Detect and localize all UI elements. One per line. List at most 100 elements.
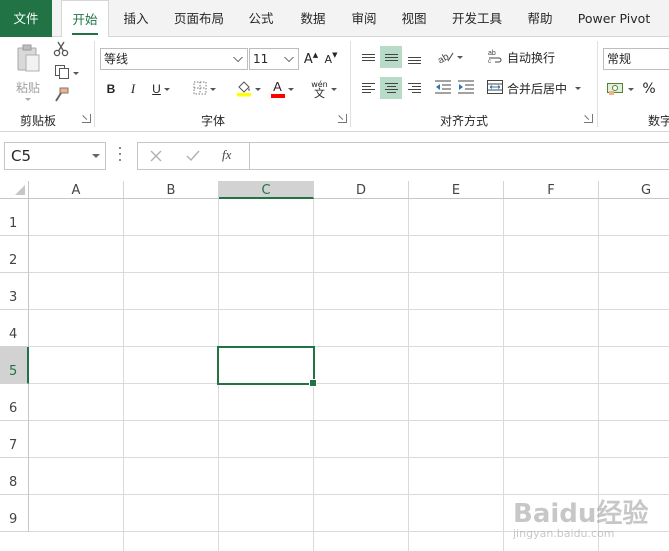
tab-file[interactable]: 文件 — [0, 0, 52, 37]
orientation-dropdown-icon — [456, 55, 463, 59]
borders-icon — [193, 81, 207, 98]
active-cell-c5[interactable] — [217, 346, 317, 387]
grow-font-icon: A — [303, 51, 313, 67]
svg-text:c: c — [488, 59, 491, 64]
align-right-icon — [407, 83, 421, 93]
wrap-text-button[interactable]: ab c 自动换行 — [487, 46, 559, 68]
column-header-b[interactable]: B — [124, 181, 219, 199]
align-middle-icon — [384, 53, 398, 61]
cut-button[interactable] — [51, 40, 71, 60]
align-center-icon — [384, 83, 398, 93]
grow-font-button[interactable]: A ▲ — [302, 50, 320, 68]
row-header-8[interactable]: 8 — [0, 458, 29, 495]
align-bottom-icon — [407, 57, 421, 64]
clipboard-launcher-icon[interactable] — [82, 114, 91, 123]
borders-dropdown-icon — [209, 87, 216, 91]
tab-help[interactable]: 帮助 — [520, 0, 560, 37]
font-color-dropdown-icon — [287, 87, 294, 91]
ribbon-tab-bar: 文件 开始 插入 页面布局 公式 数据 审阅 视图 开发工具 帮助 Power … — [0, 0, 669, 38]
insert-function-icon[interactable]: fx — [222, 147, 231, 163]
copy-button[interactable] — [51, 63, 81, 83]
row-header-1[interactable]: 1 — [0, 199, 29, 236]
tab-power-pivot[interactable]: Power Pivot — [572, 0, 656, 37]
tab-data[interactable]: 数据 — [293, 0, 333, 37]
alignment-launcher-icon[interactable] — [584, 114, 593, 123]
row-header-4[interactable]: 4 — [0, 310, 29, 347]
paste-button[interactable]: 粘贴 — [10, 42, 46, 102]
row-header-3[interactable]: 3 — [0, 273, 29, 310]
format-painter-button[interactable] — [51, 86, 71, 106]
font-color-icon: A — [270, 80, 285, 98]
merge-center-label: 合并后居中 — [507, 81, 568, 96]
column-header-d[interactable]: D — [314, 181, 409, 199]
accounting-format-button[interactable] — [604, 79, 636, 99]
tab-view[interactable]: 视图 — [394, 0, 434, 37]
merge-center-icon — [487, 79, 503, 97]
row-header-6[interactable]: 6 — [0, 384, 29, 421]
fill-color-button[interactable] — [232, 79, 264, 99]
orientation-icon: ab — [435, 49, 454, 66]
svg-text:ab: ab — [488, 50, 496, 57]
tab-insert[interactable]: 插入 — [116, 0, 156, 37]
column-header-f[interactable]: F — [504, 181, 599, 199]
tab-developer[interactable]: 开发工具 — [446, 0, 508, 37]
align-middle-button[interactable] — [380, 46, 402, 68]
column-header-e[interactable]: E — [409, 181, 504, 199]
phonetic-button[interactable]: wén 文 — [306, 77, 342, 101]
row-header-5[interactable]: 5 — [0, 347, 29, 384]
align-center-button[interactable] — [380, 77, 402, 99]
shrink-font-button[interactable]: A ▼ — [322, 50, 340, 68]
align-top-icon — [361, 53, 375, 61]
formula-bar-grip-icon[interactable] — [118, 147, 121, 161]
font-size-value: 11 — [253, 52, 269, 66]
underline-button[interactable]: U — [146, 79, 176, 99]
font-name-value: 等线 — [104, 52, 129, 66]
paste-label: 粘贴 — [15, 80, 40, 95]
format-painter-icon — [53, 87, 69, 106]
align-bottom-button[interactable] — [404, 46, 424, 68]
accounting-format-icon — [606, 81, 625, 98]
group-separator — [597, 41, 598, 127]
tab-formulas[interactable]: 公式 — [241, 0, 281, 37]
column-header-c[interactable]: C — [219, 181, 314, 199]
phonetic-icon: wén 文 — [311, 80, 328, 100]
borders-button[interactable] — [188, 79, 220, 99]
fill-color-icon — [236, 79, 252, 100]
number-format-combo[interactable]: 常规 — [603, 48, 669, 70]
orientation-button[interactable]: ab — [432, 46, 466, 68]
align-top-button[interactable] — [358, 46, 378, 68]
font-color-button[interactable]: A — [266, 79, 298, 99]
decrease-indent-icon — [435, 80, 451, 97]
select-all-button[interactable] — [0, 181, 29, 199]
align-right-button[interactable] — [404, 77, 424, 99]
font-launcher-icon[interactable] — [338, 114, 347, 123]
tab-page-layout[interactable]: 页面布局 — [168, 0, 230, 37]
row-header-7[interactable]: 7 — [0, 421, 29, 458]
increase-indent-icon — [458, 80, 474, 97]
formula-bar-tools: fx — [137, 142, 249, 170]
copy-icon — [54, 64, 70, 83]
font-size-combo[interactable]: 11 — [249, 48, 299, 70]
cancel-icon[interactable] — [149, 149, 163, 166]
row-header-2[interactable]: 2 — [0, 236, 29, 273]
tab-home[interactable]: 开始 — [61, 0, 109, 38]
bold-button[interactable]: B — [102, 79, 120, 99]
column-header-g[interactable]: G — [599, 181, 669, 199]
group-separator — [350, 41, 351, 127]
merge-center-dropdown-icon — [575, 86, 582, 90]
column-header-a[interactable]: A — [29, 181, 124, 199]
tab-review[interactable]: 审阅 — [344, 0, 384, 37]
font-name-combo[interactable]: 等线 — [100, 48, 248, 70]
increase-indent-button[interactable] — [455, 77, 477, 99]
enter-icon[interactable] — [185, 149, 201, 166]
row-header-9[interactable]: 9 — [0, 495, 29, 532]
decrease-indent-button[interactable] — [432, 77, 454, 99]
watermark-url: jingyan.baidu.com — [513, 527, 615, 540]
percent-style-button[interactable]: % — [640, 79, 658, 99]
number-group-label: 数字 — [648, 114, 669, 128]
align-left-button[interactable] — [358, 77, 378, 99]
merge-center-button[interactable]: 合并后居中 — [487, 77, 587, 99]
italic-button[interactable]: I — [124, 79, 142, 99]
name-box[interactable]: C5 — [4, 142, 106, 170]
formula-input[interactable] — [249, 142, 669, 170]
